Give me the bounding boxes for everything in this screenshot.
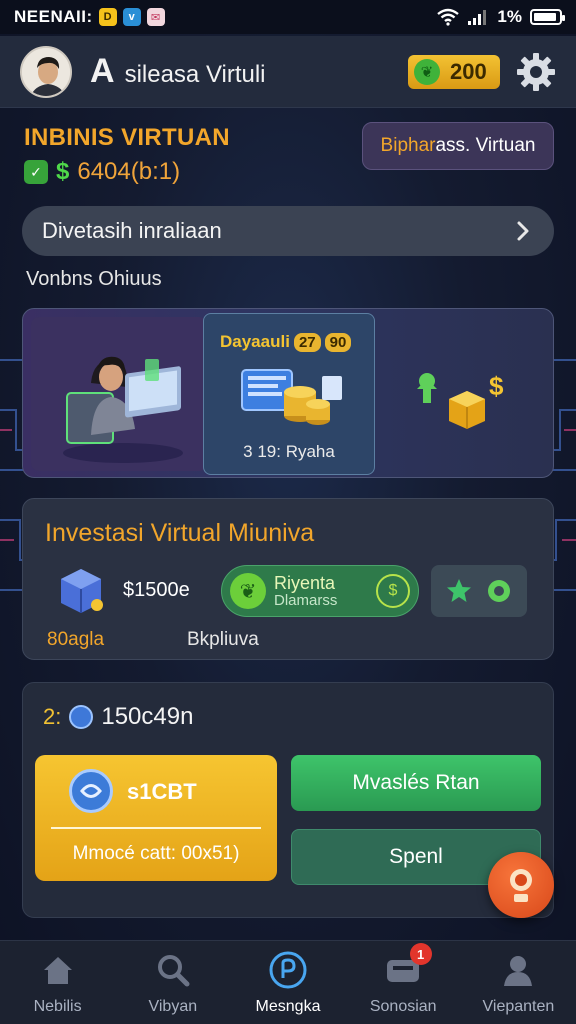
- banner-center-title: Dayaauli 27 90: [220, 332, 352, 352]
- nav-label-home: Nebilis: [33, 997, 82, 1015]
- virtual-action-button[interactable]: Biphar ass. Virtuan: [362, 122, 554, 170]
- favorite-settings-card[interactable]: [431, 565, 527, 617]
- app-title-text: sileasa Virtuli: [124, 61, 266, 88]
- investment-title: Investasi Virtual Miuniva: [45, 519, 315, 547]
- coin-value: 200: [450, 58, 487, 84]
- search-icon: [157, 954, 190, 986]
- banner-center-pill-1: 27: [293, 333, 321, 352]
- status-icons: 1%: [437, 7, 565, 27]
- banner-center-title-text: Dayaauli: [220, 332, 290, 351]
- crypto-gold-label: s1CBT: [127, 779, 197, 804]
- coin-balance-pill[interactable]: ❦ 200: [408, 54, 500, 89]
- battery-icon: [530, 9, 565, 25]
- nav-label-profile: Viepanten: [482, 997, 555, 1015]
- investment-pill-title: Riyenta: [274, 572, 336, 593]
- app-header: Asileasa Virtuli ❦ 200: [0, 36, 576, 108]
- investment-sub-right: Bkpliuva: [187, 629, 259, 650]
- investment-action-pill[interactable]: ❦ Riyenta Dlamarss $: [221, 565, 419, 617]
- notification-coin-icon: D: [98, 8, 117, 26]
- promo-banner[interactable]: Dayaauli 27 90 3 19: Ryaha $: [22, 308, 554, 478]
- dollar-circle-icon: $: [376, 574, 410, 608]
- banner-center-pill-2: 90: [324, 333, 352, 352]
- nav-item-wallet[interactable]: Mesngka: [230, 941, 345, 1024]
- chevron-right-icon: [517, 221, 529, 241]
- app-title-letter: A: [90, 52, 115, 90]
- crypto-gold-sub: Mmocé catt: 00x51): [72, 843, 240, 864]
- investment-price: $1500e: [123, 579, 190, 601]
- investment-pill-text: Riyenta Dlamarss: [274, 572, 338, 609]
- star-icon: [447, 579, 471, 602]
- section-label: Vonbns Ohiuus: [26, 268, 162, 290]
- token-icon: [69, 705, 94, 729]
- virtual-action-label: ass. Virtuan: [435, 135, 536, 156]
- nav-label-messages: Sonosian: [369, 997, 437, 1015]
- banner-illustration-worker: [31, 317, 207, 471]
- crypto-gold-button[interactable]: s1CBT Mmocé catt: 00x51): [35, 755, 277, 881]
- gear-small-icon: [488, 580, 510, 602]
- notification-app-icon: v: [122, 8, 141, 26]
- primary-green-button[interactable]: Mvaslés Rtan: [291, 755, 541, 811]
- user-icon: [504, 955, 533, 986]
- virtual-action-label-highlight: Biphar: [380, 135, 436, 156]
- avatar[interactable]: [20, 45, 72, 98]
- notification-mail-icon: ✉: [146, 8, 165, 26]
- package-box-icon: [61, 569, 103, 613]
- nav-label-wallet: Mesngka: [255, 997, 321, 1015]
- investment-pill-subtitle: Dlamarss: [274, 591, 338, 609]
- crypto-swirl-icon: [80, 784, 102, 798]
- wallet-prefix: 2:: [43, 704, 62, 729]
- cube-dollar-illustration: $: [417, 371, 504, 429]
- bottom-navigation: Nebilis Vibyan Mesngka 1 Sonosian Viepan…: [0, 940, 576, 1024]
- status-bar: NEENAII: D v ✉ 1%: [0, 0, 576, 34]
- investment-card[interactable]: Investasi Virtual Miuniva $1500e ❦ Riyen…: [22, 498, 554, 660]
- leaf-gem-icon: ❦: [414, 58, 440, 85]
- banner-card-center[interactable]: Dayaauli 27 90 3 19: Ryaha: [203, 313, 375, 475]
- wifi-icon: [437, 8, 460, 26]
- crypto-token-icon: [69, 769, 113, 813]
- crypto-gold-divider: [51, 827, 261, 829]
- coin-stand-icon: [510, 869, 532, 902]
- wallet-value: 150c49n: [101, 703, 194, 730]
- wallet-card: 2: 150c49n s1CBT Mmocé catt: 00x51) Mvas…: [22, 682, 554, 918]
- check-badge-icon: ✓: [24, 160, 48, 184]
- coins-documents-illustration: [241, 369, 342, 425]
- nav-item-messages[interactable]: 1 Sonosian: [346, 941, 461, 1024]
- battery-percent: 1%: [497, 7, 522, 26]
- balance-title: INBINIS VIRTUAN: [24, 124, 230, 151]
- wallet-balance-line: 2: 150c49n: [43, 703, 193, 731]
- leaf-coin-icon: ❦: [230, 573, 266, 609]
- nav-label-search: Vibyan: [148, 997, 198, 1015]
- carrier-label: NEENAII:: [14, 7, 93, 26]
- nav-item-home[interactable]: Nebilis: [0, 941, 115, 1024]
- user-portrait-icon: [22, 47, 70, 96]
- notification-badge: 1: [409, 943, 432, 965]
- dollar-sign: $: [56, 158, 70, 185]
- home-icon: [43, 956, 72, 984]
- person-laptop-illustration: [63, 356, 183, 463]
- battery-level-fill: [534, 13, 556, 21]
- nav-item-profile[interactable]: Viepanten: [461, 941, 576, 1024]
- category-selector[interactable]: Divetasih inraliaan: [22, 206, 554, 256]
- app-title: Asileasa Virtuli: [90, 52, 266, 91]
- balance-value: 6404(b:1): [77, 158, 181, 185]
- banner-center-footer: 3 19: Ryaha: [243, 442, 335, 461]
- signal-icon: [468, 10, 487, 25]
- nav-item-search[interactable]: Vibyan: [115, 941, 230, 1024]
- balance-line: ✓ $ 6404(b:1): [24, 158, 180, 186]
- svg-text:$: $: [489, 371, 504, 401]
- floating-action-button[interactable]: [488, 852, 554, 918]
- investment-sub-left: 80agla: [47, 629, 105, 650]
- gear-icon[interactable]: [516, 52, 556, 92]
- category-selector-label: Divetasih inraliaan: [42, 218, 222, 243]
- wallet-coin-icon: [269, 951, 307, 988]
